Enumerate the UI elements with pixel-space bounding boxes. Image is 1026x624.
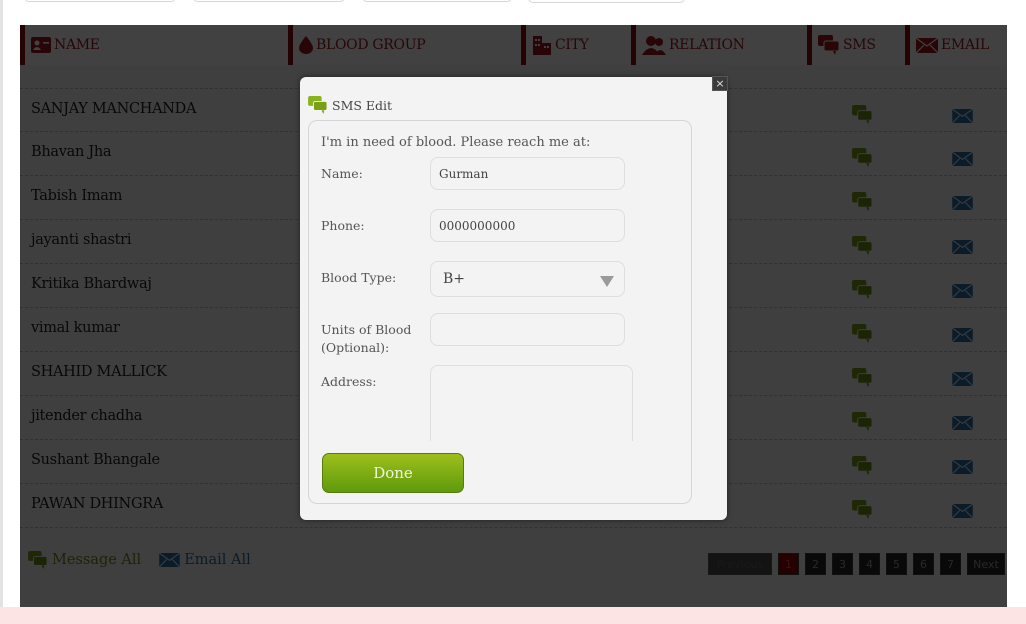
filter-input-2[interactable] [193, 0, 345, 2]
filter-input-4[interactable] [528, 0, 685, 3]
name-label: Name: [321, 166, 363, 181]
done-button[interactable]: Done [322, 453, 464, 493]
units-label-line-1: Units of Blood [321, 322, 412, 337]
phone-field[interactable] [430, 209, 625, 242]
blood-type-value: B+ [443, 271, 466, 287]
name-field[interactable] [430, 157, 625, 190]
dialog-title-text: SMS Edit [332, 97, 393, 113]
filter-input-3[interactable] [362, 0, 512, 2]
page-left-border [0, 0, 3, 607]
dialog-title: SMS Edit [308, 96, 392, 114]
blood-type-label: Blood Type: [321, 270, 397, 285]
phone-label: Phone: [321, 218, 365, 233]
address-label: Address: [321, 374, 377, 389]
sms-edit-dialog: SMS Edit I'm in need of blood. Please re… [300, 77, 727, 520]
chat-bubbles-icon [308, 96, 328, 114]
units-label: Units of Blood (Optional): [321, 321, 411, 357]
sms-intro-text: I'm in need of blood. Please reach me at… [321, 135, 591, 150]
close-icon[interactable]: × [712, 76, 728, 91]
footer-strip [0, 607, 1026, 624]
filter-input-1[interactable] [24, 0, 176, 2]
address-field[interactable] [430, 365, 633, 441]
dropdown-arrow-icon [600, 276, 614, 287]
units-label-line-2: (Optional): [321, 340, 390, 355]
sms-form: I'm in need of blood. Please reach me at… [308, 120, 692, 504]
units-field[interactable] [430, 313, 625, 346]
blood-type-select[interactable]: B+ [430, 261, 625, 297]
